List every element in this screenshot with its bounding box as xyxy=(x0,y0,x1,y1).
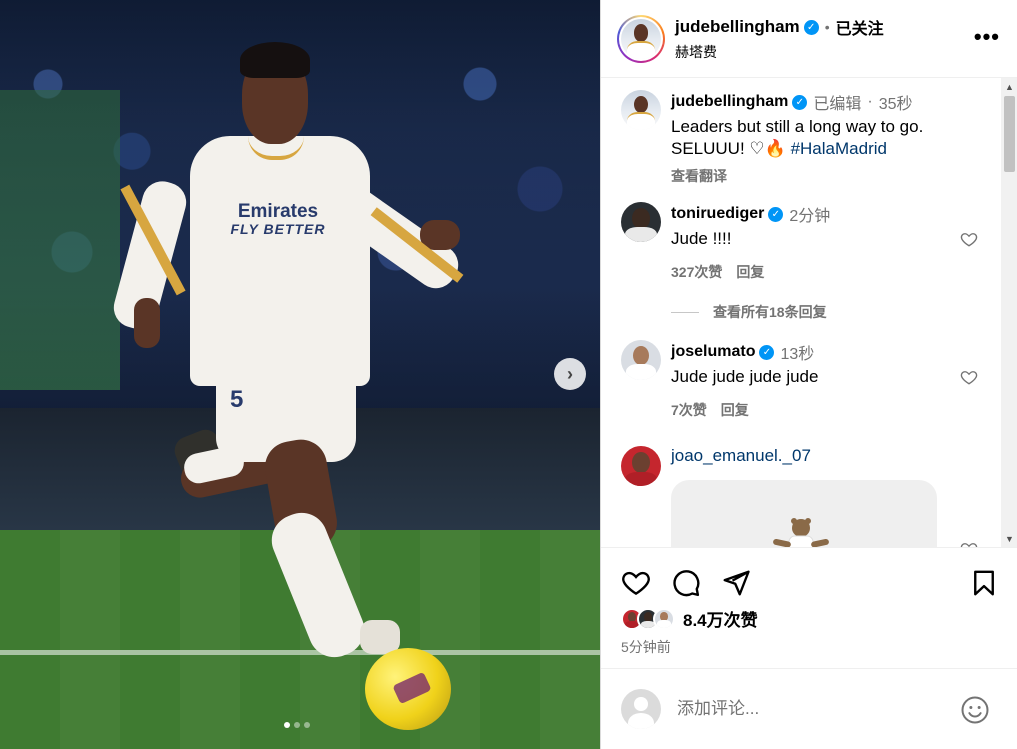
caption: judebellingham ✓ 已编辑 · 35秒 Leaders but s… xyxy=(621,90,981,186)
sponsor-tagline: FLY BETTER xyxy=(230,220,326,237)
view-replies-button[interactable]: 查看所有18条回复 xyxy=(671,302,827,322)
sticker-image[interactable] xyxy=(671,480,937,547)
more-horizontal-icon: ••• xyxy=(973,24,1000,49)
comment-text: Jude jude jude jude xyxy=(671,367,819,386)
comment-username[interactable]: toniruediger xyxy=(671,205,764,223)
comment-input[interactable] xyxy=(677,694,947,724)
separator-dot: • xyxy=(824,19,830,35)
hashtag-link[interactable]: #HalaMadrid xyxy=(791,139,887,158)
comment-bubble-icon[interactable] xyxy=(671,568,701,598)
heart-icon[interactable] xyxy=(621,568,651,598)
avatar xyxy=(621,689,661,729)
verified-badge-icon: ✓ xyxy=(792,94,808,110)
shorts-number: 5 xyxy=(230,386,244,413)
story-ring[interactable] xyxy=(617,14,665,63)
paper-plane-icon[interactable] xyxy=(721,568,751,598)
carousel-dot xyxy=(294,722,300,728)
bear-sticker-icon xyxy=(773,518,829,547)
caption-time: 35秒 xyxy=(878,96,913,113)
caption-text: Leaders but still a long way to go. SELU… xyxy=(671,116,981,160)
post-image[interactable]: Emirates FLY BETTER 5 › xyxy=(0,0,600,749)
reply-button[interactable]: 回复 xyxy=(736,262,764,282)
caption-username[interactable]: judebellingham xyxy=(671,93,788,111)
player-hand xyxy=(134,298,160,348)
edited-label: 已编辑 xyxy=(813,96,862,113)
caption-emojis: ♡🔥 xyxy=(749,139,786,158)
comments-list[interactable]: judebellingham ✓ 已编辑 · 35秒 Leaders but s… xyxy=(601,78,1017,548)
post-location[interactable]: 赫塔费 xyxy=(675,42,884,62)
scrollbar-thumb[interactable] xyxy=(1004,96,1015,172)
post-header: judebellingham ✓ • 已关注 赫塔费 ••• xyxy=(601,0,1017,78)
post-time[interactable]: 5分钟前 xyxy=(621,637,671,657)
carousel-dot xyxy=(304,722,310,728)
post-actions xyxy=(601,560,1017,604)
verified-badge-icon: ✓ xyxy=(768,206,784,222)
verified-badge-icon: ✓ xyxy=(759,344,775,360)
reply-button[interactable]: 回复 xyxy=(721,400,749,420)
chevron-right-icon: › xyxy=(567,363,573,384)
smiley-icon[interactable] xyxy=(960,695,990,725)
avatar[interactable] xyxy=(621,202,661,242)
comment-likes[interactable]: 7次赞 xyxy=(671,400,707,420)
scroll-up-icon[interactable]: ▲ xyxy=(1005,82,1014,92)
liker-avatars xyxy=(621,607,675,630)
comment-text: Jude !!!! xyxy=(671,229,732,248)
avatar[interactable] xyxy=(621,90,661,130)
carousel-indicator xyxy=(284,722,310,728)
likes-row: 8.4万次赞 xyxy=(621,606,758,631)
football xyxy=(365,648,451,730)
sponsor-name: Emirates xyxy=(237,201,319,222)
see-translation-button[interactable]: 查看翻译 xyxy=(671,166,981,186)
comment-username[interactable]: joao_emanuel._07 xyxy=(671,446,811,466)
player-jersey xyxy=(190,136,370,386)
avatar[interactable] xyxy=(621,446,661,486)
heart-icon[interactable] xyxy=(960,540,978,548)
carousel-next-button[interactable]: › xyxy=(554,358,586,390)
verified-badge-icon: ✓ xyxy=(803,19,819,35)
heart-icon[interactable] xyxy=(960,368,978,386)
comment-time: 13秒 xyxy=(780,346,815,363)
bookmark-icon[interactable] xyxy=(969,568,999,598)
comment-item: joselumato ✓ 13秒 Jude jude jude jude 7次赞… xyxy=(621,340,981,420)
post-side-panel: judebellingham ✓ • 已关注 赫塔费 ••• judebelli… xyxy=(600,0,1017,749)
separator-dot: · xyxy=(867,93,873,110)
comment-time: 2分钟 xyxy=(789,208,831,225)
player-boot xyxy=(360,620,400,654)
avatar[interactable] xyxy=(653,607,675,630)
avatar[interactable] xyxy=(621,340,661,380)
add-comment-bar xyxy=(601,668,1017,749)
comment-likes[interactable]: 327次赞 xyxy=(671,262,722,282)
author-username[interactable]: judebellingham xyxy=(675,17,800,37)
likes-count[interactable]: 8.4万次赞 xyxy=(683,606,758,631)
comment-username[interactable]: joselumato xyxy=(671,343,755,361)
jersey-sponsor: Emirates FLY BETTER xyxy=(228,202,328,237)
stadium-stand xyxy=(0,90,120,390)
caption-line: SELUUU! xyxy=(671,139,750,158)
more-options-button[interactable]: ••• xyxy=(974,26,1000,48)
avatar[interactable] xyxy=(621,18,661,59)
player-sock xyxy=(263,504,373,666)
scroll-down-icon[interactable]: ▼ xyxy=(1005,534,1014,544)
caption-line: Leaders but still a long way to go. xyxy=(671,117,924,136)
carousel-dot xyxy=(284,722,290,728)
comments-scrollbar[interactable]: ▲ ▼ xyxy=(1001,78,1017,547)
following-button[interactable]: 已关注 xyxy=(836,15,884,39)
heart-icon[interactable] xyxy=(960,230,978,248)
comment-item: toniruediger ✓ 2分钟 Jude !!!! 327次赞 回复 xyxy=(621,202,981,282)
player-hair xyxy=(240,42,310,78)
football-player: Emirates FLY BETTER 5 xyxy=(109,40,480,740)
